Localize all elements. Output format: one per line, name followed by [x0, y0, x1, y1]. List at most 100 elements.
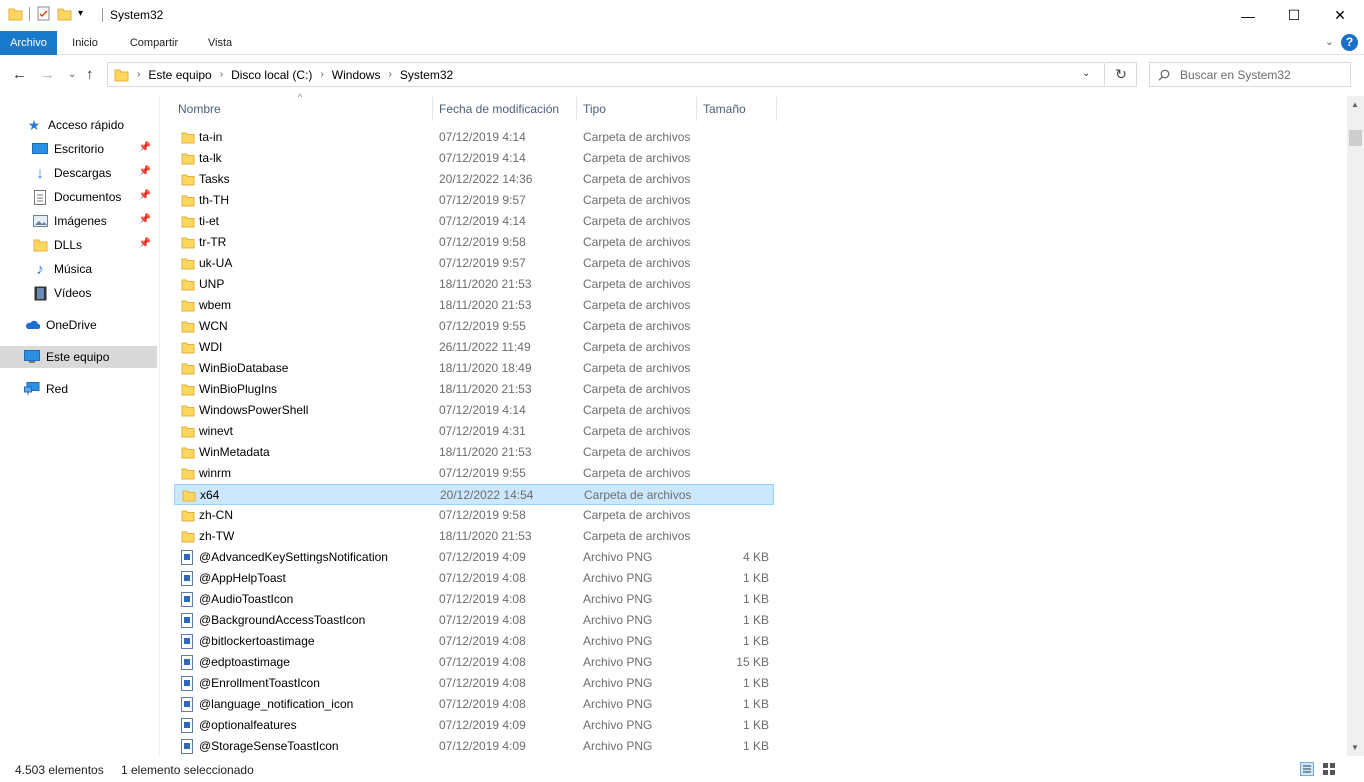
refresh-button[interactable]: ↻	[1106, 62, 1137, 87]
breadcrumb-chevron-icon[interactable]: ›	[137, 69, 140, 80]
file-row[interactable]: uk-UA 07/12/2019 9:57 Carpeta de archivos	[174, 253, 774, 274]
nav-imagenes[interactable]: Imágenes 📌	[0, 210, 157, 232]
file-name: zh-CN	[199, 508, 234, 522]
pin-icon[interactable]: 📌	[139, 238, 151, 249]
column-header-type[interactable]: Tipo	[583, 96, 695, 122]
tab-archivo[interactable]: Archivo	[0, 31, 57, 55]
file-row[interactable]: @bitlockertoastimage 07/12/2019 4:08 Archi…	[174, 631, 774, 652]
file-row[interactable]: @StorageSenseToastIcon 07/12/2019 4:09 Arc…	[174, 736, 774, 757]
vertical-scrollbar[interactable]: ▲ ▼	[1347, 96, 1364, 756]
nav-musica[interactable]: ♪ Música	[0, 258, 157, 280]
large-icons-view-icon[interactable]	[1322, 762, 1336, 779]
pin-icon[interactable]: 📌	[139, 190, 151, 201]
tab-compartir[interactable]: Compartir	[117, 31, 191, 55]
file-row[interactable]: @BackgroundAccessToastIcon 07/12/2019 4:0…	[174, 610, 774, 631]
file-row[interactable]: zh-CN 07/12/2019 9:58 Carpeta de archivos	[174, 505, 774, 526]
breadcrumb-chevron-icon[interactable]: ›	[320, 69, 323, 80]
tab-inicio[interactable]: Inicio	[60, 31, 110, 55]
file-name: wbem	[199, 298, 232, 312]
file-name: WinMetadata	[199, 445, 270, 459]
minimize-button[interactable]: —	[1225, 0, 1271, 31]
music-icon: ♪	[36, 260, 44, 278]
pin-icon[interactable]: 📌	[139, 214, 151, 225]
recent-locations-icon[interactable]: ⌄	[68, 69, 76, 80]
nav-este-equipo[interactable]: Este equipo	[0, 346, 157, 368]
file-name: @StorageSenseToastIcon	[199, 739, 339, 753]
nav-dlls[interactable]: DLLs 📌	[0, 234, 157, 256]
details-view-icon[interactable]	[1300, 762, 1314, 779]
file-row[interactable]: ti-et 07/12/2019 4:14 Carpeta de archivos	[174, 211, 774, 232]
file-row[interactable]: WDI 26/11/2022 11:49 Carpeta de archivos	[174, 337, 774, 358]
file-row[interactable]: winrm 07/12/2019 9:55 Carpeta de archivos	[174, 463, 774, 484]
file-row[interactable]: WinMetadata 18/11/2020 21:53 Carpeta de ar…	[174, 442, 774, 463]
maximize-button[interactable]: ☐	[1271, 0, 1317, 31]
breadcrumb-chevron-icon[interactable]: ›	[220, 69, 223, 80]
nav-videos[interactable]: Vídeos	[0, 282, 157, 304]
help-button[interactable]: ?	[1341, 34, 1358, 51]
scroll-up-icon[interactable]: ▲	[1351, 100, 1359, 109]
column-header-size[interactable]: Tamaño	[703, 96, 775, 122]
star-icon: ★	[27, 116, 41, 133]
breadcrumb-este-equipo[interactable]: Este equipo	[148, 68, 211, 82]
file-row[interactable]: @AppHelpToast 07/12/2019 4:08 Archivo PNG 1…	[174, 568, 774, 589]
scrollbar-thumb[interactable]	[1349, 130, 1362, 146]
file-row[interactable]: @optionalfeatures 07/12/2019 4:09 Archivo …	[174, 715, 774, 736]
file-row[interactable]: WinBioPlugIns 18/11/2020 21:53 Carpeta de …	[174, 379, 774, 400]
file-date: 07/12/2019 9:55	[439, 319, 526, 333]
up-arrow-icon[interactable]: ↑	[86, 66, 94, 83]
file-row[interactable]: x64 20/12/2022 14:54 Carpeta de archivos	[174, 484, 774, 505]
column-header-name[interactable]: Nombre	[178, 96, 432, 122]
nav-descargas[interactable]: ↓ Descargas 📌	[0, 162, 157, 184]
search-input[interactable]: Buscar en System32	[1149, 62, 1351, 87]
file-row[interactable]: WindowsPowerShell 07/12/2019 4:14 Carpeta …	[174, 400, 774, 421]
forward-arrow-icon[interactable]: →	[40, 66, 55, 83]
address-bar[interactable]: › Este equipo › Disco local (C:) › Windo…	[107, 62, 1105, 87]
customize-toolbar-icon[interactable]: ▾	[78, 8, 83, 19]
close-button[interactable]: ✕	[1317, 0, 1363, 31]
breadcrumb-windows[interactable]: Windows	[332, 68, 381, 82]
file-name: @bitlockertoastimage	[199, 634, 315, 648]
file-row[interactable]: zh-TW 18/11/2020 21:53 Carpeta de archivos	[174, 526, 774, 547]
file-row[interactable]: winevt 07/12/2019 4:31 Carpeta de archivos	[174, 421, 774, 442]
column-header-date[interactable]: Fecha de modificación	[439, 96, 575, 122]
nav-documentos[interactable]: Documentos 📌	[0, 186, 157, 208]
expand-ribbon-icon[interactable]: ⌄	[1325, 35, 1334, 48]
tab-vista[interactable]: Vista	[196, 31, 244, 55]
toolbar-separator	[29, 6, 30, 21]
nav-onedrive[interactable]: OneDrive	[0, 314, 157, 336]
file-row[interactable]: WCN 07/12/2019 9:55 Carpeta de archivos	[174, 316, 774, 337]
back-arrow-icon[interactable]: ←	[12, 66, 27, 83]
nav-escritorio[interactable]: Escritorio 📌	[0, 138, 157, 160]
file-row[interactable]: wbem 18/11/2020 21:53 Carpeta de archivos	[174, 295, 774, 316]
file-row[interactable]: WinBioDatabase 18/11/2020 18:49 Carpeta de…	[174, 358, 774, 379]
pin-icon[interactable]: 📌	[139, 166, 151, 177]
pin-icon[interactable]: 📌	[139, 142, 151, 153]
file-row[interactable]: @edptoastimage 07/12/2019 4:08 Archivo PNG…	[174, 652, 774, 673]
file-size: 1 KB	[742, 697, 769, 711]
file-row[interactable]: tr-TR 07/12/2019 9:58 Carpeta de archivos	[174, 232, 774, 253]
file-row[interactable]: ta-lk 07/12/2019 4:14 Carpeta de archivos	[174, 148, 774, 169]
column-divider[interactable]	[696, 97, 697, 121]
column-divider[interactable]	[432, 97, 433, 121]
column-divider[interactable]	[576, 97, 577, 121]
new-folder-icon[interactable]	[57, 7, 72, 21]
file-name: @AudioToastIcon	[199, 592, 294, 606]
file-row[interactable]: Tasks 20/12/2022 14:36 Carpeta de archivos	[174, 169, 774, 190]
address-dropdown-icon[interactable]: ⌄	[1082, 68, 1090, 79]
file-row[interactable]: @language_notification_icon 07/12/2019 4:…	[174, 694, 774, 715]
nav-quick-access[interactable]: ★ Acceso rápido	[0, 114, 157, 136]
folder-icon	[181, 298, 195, 312]
file-row[interactable]: @AdvancedKeySettingsNotification 07/12/20…	[174, 547, 774, 568]
breadcrumb-disco-local[interactable]: Disco local (C:)	[231, 68, 312, 82]
breadcrumb-system32[interactable]: System32	[400, 68, 453, 82]
file-row[interactable]: th-TH 07/12/2019 9:57 Carpeta de archivos	[174, 190, 774, 211]
file-row[interactable]: ta-in 07/12/2019 4:14 Carpeta de archivos	[174, 127, 774, 148]
nav-red[interactable]: Red	[0, 378, 157, 400]
file-row[interactable]: @AudioToastIcon 07/12/2019 4:08 Archivo PN…	[174, 589, 774, 610]
scroll-down-icon[interactable]: ▼	[1351, 743, 1359, 752]
file-row[interactable]: UNP 18/11/2020 21:53 Carpeta de archivos	[174, 274, 774, 295]
column-divider[interactable]	[776, 97, 777, 121]
properties-icon[interactable]	[36, 6, 51, 21]
breadcrumb-chevron-icon[interactable]: ›	[388, 69, 391, 80]
file-row[interactable]: @EnrollmentToastIcon 07/12/2019 4:08 Archi…	[174, 673, 774, 694]
